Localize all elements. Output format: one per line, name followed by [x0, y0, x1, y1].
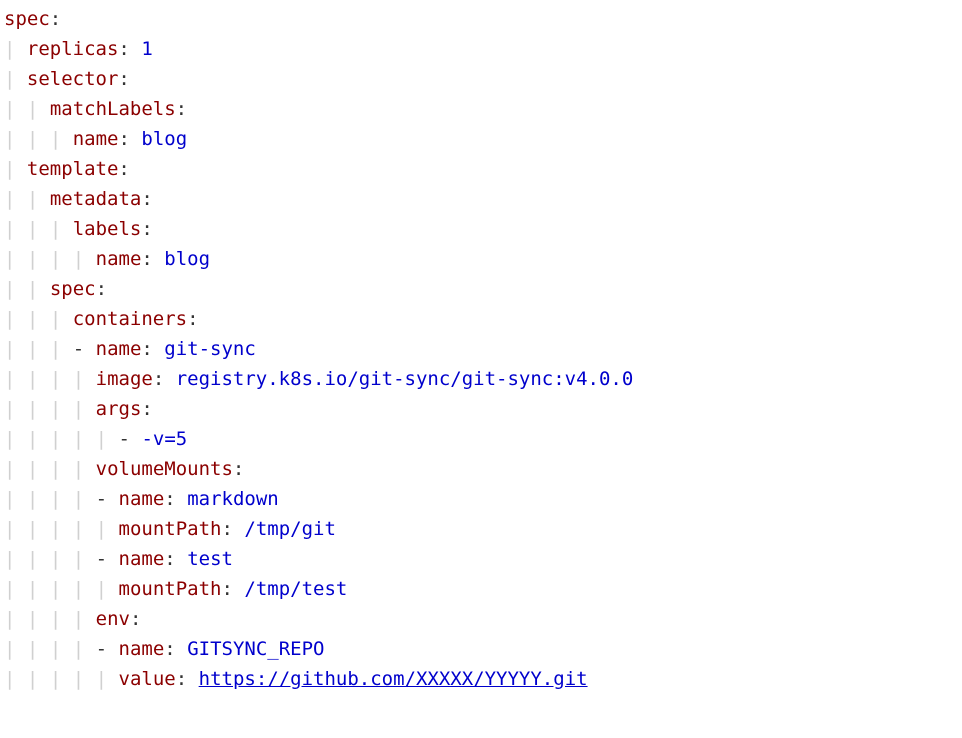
val-blog: blog	[164, 248, 210, 270]
val-blog: blog	[141, 128, 187, 150]
key-matchlabels: matchLabels	[50, 98, 176, 120]
val-tmpgit: /tmp/git	[244, 518, 336, 540]
val-gitsyncrepo: GITSYNC_REPO	[187, 638, 324, 660]
val-image: registry.k8s.io/git-sync/git-sync:v4.0.0	[176, 368, 634, 390]
val-replicas: 1	[141, 38, 152, 60]
key-selector: selector	[27, 68, 119, 90]
key-spec: spec	[4, 8, 50, 30]
val-test: test	[187, 548, 233, 570]
key-volumemounts: volumeMounts	[96, 458, 233, 480]
key-name: name	[119, 548, 165, 570]
key-name: name	[96, 338, 142, 360]
key-name: name	[73, 128, 119, 150]
key-containers: containers	[73, 308, 187, 330]
val-gitsync: git-sync	[164, 338, 256, 360]
key-template: template	[27, 158, 119, 180]
val-tmptest: /tmp/test	[244, 578, 347, 600]
val-markdown: markdown	[187, 488, 279, 510]
key-name: name	[96, 248, 142, 270]
key-value: value	[119, 668, 176, 690]
key-args: args	[96, 398, 142, 420]
val-args: -v=5	[141, 428, 187, 450]
val-repourl: https://github.com/XXXXX/YYYYY.git	[199, 668, 588, 690]
key-env: env	[96, 608, 130, 630]
key-mountpath: mountPath	[119, 578, 222, 600]
key-image: image	[96, 368, 153, 390]
key-labels: labels	[73, 218, 142, 240]
key-name: name	[119, 638, 165, 660]
key-replicas: replicas	[27, 38, 119, 60]
key-spec: spec	[50, 278, 96, 300]
key-mountpath: mountPath	[119, 518, 222, 540]
key-metadata: metadata	[50, 188, 142, 210]
key-name: name	[119, 488, 165, 510]
yaml-code-block: spec: | replicas: 1 | selector: | | matc…	[0, 0, 962, 694]
